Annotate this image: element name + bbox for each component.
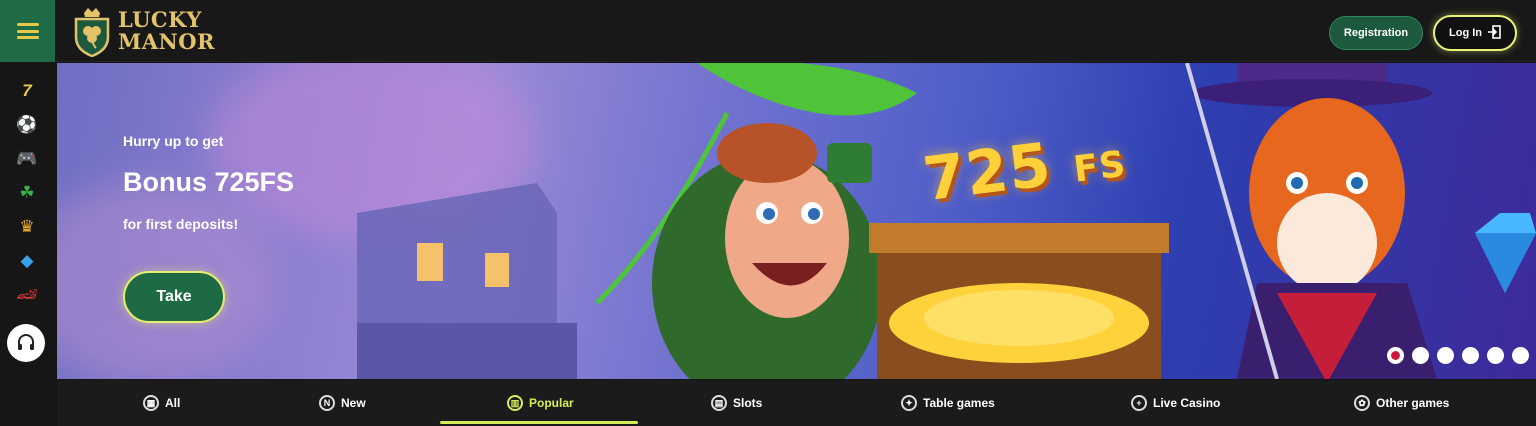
tab-label: Popular bbox=[529, 396, 574, 410]
shield-clover-icon bbox=[72, 7, 112, 58]
tab-all[interactable]: ▦ All bbox=[143, 380, 180, 426]
gamepad-icon[interactable]: 🎮 bbox=[14, 146, 40, 172]
promo-line-1: Hurry up to get bbox=[123, 133, 224, 149]
tab-popular[interactable]: ▥ Popular bbox=[507, 380, 574, 426]
promo-text: Hurry up to get Bonus 725FS for first de… bbox=[123, 133, 294, 232]
carousel-dot-1[interactable] bbox=[1387, 347, 1404, 364]
seven-icon[interactable]: 7 bbox=[14, 78, 40, 104]
login-arrow-icon bbox=[1487, 24, 1501, 42]
brand-name: LUCKY MANOR bbox=[118, 9, 215, 53]
clover-icon[interactable]: ☘ bbox=[14, 180, 40, 206]
menu-button[interactable] bbox=[0, 0, 55, 62]
art-number: 725 bbox=[919, 129, 1056, 216]
table-games-icon: ✦ bbox=[901, 395, 917, 411]
top-bar: LUCKY MANOR Registration Log In bbox=[0, 0, 1536, 62]
tab-slots[interactable]: ▤ Slots bbox=[711, 380, 762, 426]
promo-banner: 725 FS Hurry up to get Bonus 725FS for f… bbox=[57, 63, 1536, 379]
carousel-dot-6[interactable] bbox=[1512, 347, 1529, 364]
treasure-chest-illustration bbox=[869, 223, 1169, 379]
brand-logo[interactable]: LUCKY MANOR bbox=[72, 2, 215, 60]
tab-label: Table games bbox=[923, 396, 995, 410]
crown-icon[interactable]: ♛ bbox=[14, 214, 40, 240]
soccer-ball-icon[interactable]: ⚽ bbox=[14, 112, 40, 138]
carousel-dot-3[interactable] bbox=[1437, 347, 1454, 364]
slots-icon: ▤ bbox=[711, 395, 727, 411]
gem-icon[interactable]: ◆ bbox=[14, 248, 40, 274]
login-label: Log In bbox=[1449, 27, 1482, 39]
popular-icon: ▥ bbox=[507, 395, 523, 411]
diamond-illustration bbox=[1475, 213, 1536, 293]
carousel-dot-2[interactable] bbox=[1412, 347, 1429, 364]
active-tab-indicator bbox=[440, 421, 638, 424]
login-button[interactable]: Log In bbox=[1433, 15, 1517, 51]
promo-line-3: for first deposits! bbox=[123, 216, 239, 232]
live-casino-icon: + bbox=[1131, 395, 1147, 411]
carousel-dots bbox=[1387, 347, 1529, 364]
racing-car-icon[interactable]: 🏎 bbox=[14, 282, 40, 308]
tab-label: Slots bbox=[733, 396, 763, 410]
grid-icon: ▦ bbox=[143, 395, 159, 411]
house-illustration bbox=[357, 183, 577, 379]
brand-line-2: MANOR bbox=[118, 29, 215, 54]
hamburger-icon bbox=[16, 23, 39, 39]
registration-button[interactable]: Registration bbox=[1329, 16, 1423, 50]
sidebar: 7 ⚽ 🎮 ☘ ♛ ◆ 🏎 bbox=[0, 62, 55, 426]
headset-icon bbox=[18, 334, 34, 350]
art-suffix: FS bbox=[1071, 143, 1129, 191]
tab-new[interactable]: N New bbox=[319, 380, 366, 426]
take-bonus-button[interactable]: Take bbox=[123, 271, 225, 323]
support-button[interactable] bbox=[7, 324, 45, 362]
tab-other-games[interactable]: ✿ Other games bbox=[1354, 380, 1449, 426]
fox-magician-illustration bbox=[1185, 63, 1437, 379]
brand-line-1: LUCKY bbox=[118, 7, 202, 32]
tab-label: Other games bbox=[1376, 396, 1450, 410]
tab-label: All bbox=[165, 396, 181, 410]
other-games-icon: ✿ bbox=[1354, 395, 1370, 411]
tab-label: New bbox=[341, 396, 366, 410]
tab-live-casino[interactable]: + Live Casino bbox=[1131, 380, 1220, 426]
promo-title: Bonus 725FS bbox=[123, 167, 295, 197]
carousel-dot-5[interactable] bbox=[1487, 347, 1504, 364]
carousel-dot-4[interactable] bbox=[1462, 347, 1479, 364]
new-icon: N bbox=[319, 395, 335, 411]
tab-table-games[interactable]: ✦ Table games bbox=[901, 380, 995, 426]
tab-label: Live Casino bbox=[1153, 396, 1221, 410]
category-tabs: ▦ All N New ▥ Popular ▤ Slots ✦ Table ga… bbox=[57, 380, 1536, 426]
